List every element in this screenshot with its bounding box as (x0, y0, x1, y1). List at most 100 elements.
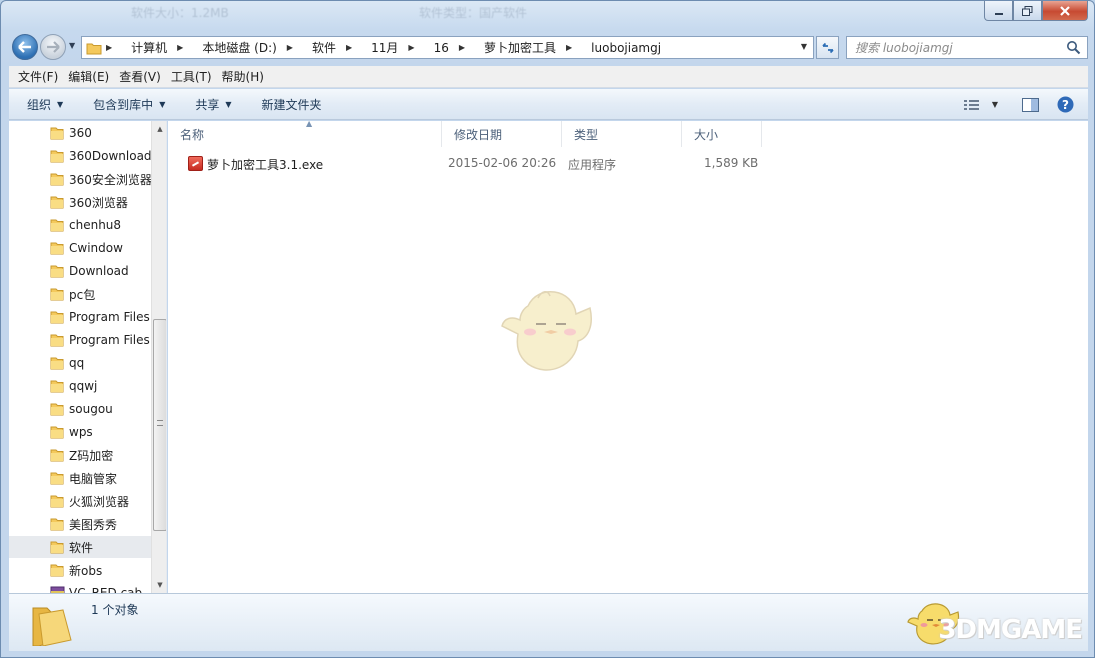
breadcrumb-item[interactable]: 本地磁盘 (D:) (202, 39, 276, 56)
folder-icon (86, 43, 102, 54)
breadcrumb-item[interactable]: 计算机 (131, 39, 167, 56)
folder-icon (50, 127, 64, 140)
address-dropdown-icon[interactable]: ▼ (801, 42, 807, 51)
file-type: 应用程序 (568, 158, 617, 172)
tree-item[interactable]: VC_RED.cab (9, 582, 151, 593)
breadcrumb-separator[interactable]: ▶ (177, 43, 192, 52)
chevron-down-icon: ▼ (991, 100, 998, 109)
folder-icon (50, 472, 64, 485)
column-header-size[interactable]: 大小 (682, 121, 762, 147)
breadcrumb-item[interactable]: 萝卜加密工具 (484, 39, 556, 56)
address-bar[interactable]: ▶ 计算机 ▶ 本地磁盘 (D:) ▶ 软件 ▶ 11月 ▶ 16 ▶ 萝卜加密… (81, 36, 814, 59)
file-list[interactable]: 名称 ▲ 修改日期 类型 大小 萝卜加密工具3.1.exe 2015-02-06… (168, 119, 1088, 593)
forward-arrow-icon (47, 41, 60, 53)
tree-item[interactable]: qqwj (9, 375, 151, 397)
tree-item[interactable]: sougou (9, 398, 151, 420)
tree-item-label: Program Files (69, 333, 150, 347)
chick-mascot-icon (501, 291, 592, 371)
tree-item[interactable]: Program Files (9, 306, 151, 328)
scroll-thumb[interactable] (153, 319, 166, 531)
menu-file[interactable]: 文件(F) (13, 68, 63, 85)
help-button[interactable]: ? (1053, 96, 1088, 113)
column-header-modified[interactable]: 修改日期 (442, 121, 562, 147)
watermark-text: 3DMGAME (938, 615, 1083, 645)
tree-item-label: 软件 (69, 540, 94, 555)
column-header-name[interactable]: 名称 ▲ (168, 119, 442, 147)
tree-item-label: chenhu8 (69, 218, 122, 232)
folder-icon (50, 403, 64, 416)
breadcrumb-separator[interactable]: ▶ (287, 43, 302, 52)
tree-item[interactable]: 360 (9, 122, 151, 144)
change-view-button[interactable]: ▼ (954, 99, 1008, 111)
breadcrumb-separator[interactable]: ▶ (459, 43, 474, 52)
close-button[interactable] (1042, 1, 1088, 21)
breadcrumb-separator-root[interactable]: ▶ (106, 43, 121, 52)
details-pane: 1 个对象 3DMGAME (9, 593, 1088, 651)
column-header-type[interactable]: 类型 (562, 121, 682, 147)
tree-item[interactable]: chenhu8 (9, 214, 151, 236)
folder-icon (50, 311, 64, 324)
scroll-up-button[interactable]: ▲ (152, 121, 166, 137)
tree-item[interactable]: 新obs (9, 559, 151, 581)
file-row[interactable]: 萝卜加密工具3.1.exe 2015-02-06 20:26 应用程序 1,58… (182, 153, 762, 175)
tree-item[interactable]: 360浏览器 (9, 191, 151, 213)
tree-item-label: VC_RED.cab (69, 586, 143, 593)
share-button[interactable]: 共享 ▼ (177, 96, 243, 113)
tree-item[interactable]: 软件 (9, 536, 151, 558)
tree-item[interactable]: wps (9, 421, 151, 443)
new-folder-button[interactable]: 新建文件夹 (244, 96, 334, 113)
menu-help[interactable]: 帮助(H) (217, 68, 269, 85)
tree-item[interactable]: 360Download (9, 145, 151, 167)
breadcrumb-item-current[interactable]: luobojiamgj (591, 41, 661, 55)
search-icon[interactable] (1066, 40, 1081, 55)
tree-item[interactable]: Z码加密 (9, 444, 151, 466)
tree-item[interactable]: pc包 (9, 283, 151, 305)
navigation-pane-scrollbar[interactable]: ▲ ▼ (151, 121, 166, 593)
menu-bar: 文件(F) 编辑(E) 查看(V) 工具(T) 帮助(H) (9, 66, 1088, 88)
scroll-down-button[interactable]: ▼ (152, 577, 166, 593)
breadcrumb-item[interactable]: 16 (434, 41, 449, 55)
menu-tools[interactable]: 工具(T) (166, 68, 217, 85)
breadcrumb-item[interactable]: 软件 (312, 39, 336, 56)
folder-icon (50, 495, 64, 508)
view-controls: ▼ ? (954, 89, 1088, 120)
restore-icon (1022, 5, 1033, 16)
tree-item[interactable]: Download (9, 260, 151, 282)
folder-icon (50, 426, 64, 439)
breadcrumb-separator[interactable]: ▶ (346, 43, 361, 52)
chevron-down-icon: ▼ (225, 99, 232, 109)
tree-item[interactable]: 360安全浏览器 (9, 168, 151, 190)
tree-item-label: 美图秀秀 (69, 517, 118, 532)
tree-item[interactable]: 电脑管家 (9, 467, 151, 489)
menu-view[interactable]: 查看(V) (114, 68, 166, 85)
forward-button[interactable] (40, 34, 66, 60)
breadcrumb-item[interactable]: 11月 (371, 39, 398, 56)
organize-button[interactable]: 组织 ▼ (9, 96, 75, 113)
preview-pane-button[interactable] (1008, 97, 1053, 112)
tree-item-label: 电脑管家 (69, 471, 118, 486)
sort-ascending-icon: ▲ (306, 119, 313, 128)
include-in-library-button[interactable]: 包含到库中 ▼ (75, 96, 177, 113)
explorer-window: 软件大小：1.2MB 软件类型：国产软件 ▼ ▶ 计算机 ▶ 本地磁盘 (D:)… (0, 0, 1095, 658)
back-button[interactable] (12, 34, 38, 60)
tree-item-label: Z码加密 (69, 448, 114, 463)
refresh-button[interactable] (816, 36, 839, 59)
maximize-button[interactable] (1013, 1, 1042, 21)
folder-icon (50, 541, 64, 554)
tree-item-label: Download (69, 264, 129, 278)
caption-buttons (984, 1, 1088, 21)
tree-item-label: sougou (69, 402, 113, 416)
tree-item[interactable]: 火狐浏览器 (9, 490, 151, 512)
tree-item-label: 360Download (69, 149, 151, 163)
folder-icon (50, 196, 64, 209)
recent-pages-dropdown[interactable]: ▼ (69, 41, 75, 50)
search-box[interactable]: 搜索 luobojiamgj (846, 36, 1088, 59)
breadcrumb-separator[interactable]: ▶ (566, 43, 581, 52)
tree-item[interactable]: 美图秀秀 (9, 513, 151, 535)
tree-item[interactable]: Cwindow (9, 237, 151, 259)
menu-edit[interactable]: 编辑(E) (63, 68, 114, 85)
breadcrumb-separator[interactable]: ▶ (408, 43, 423, 52)
tree-item[interactable]: Program Files (9, 329, 151, 351)
tree-item[interactable]: qq (9, 352, 151, 374)
minimize-button[interactable] (984, 1, 1013, 21)
